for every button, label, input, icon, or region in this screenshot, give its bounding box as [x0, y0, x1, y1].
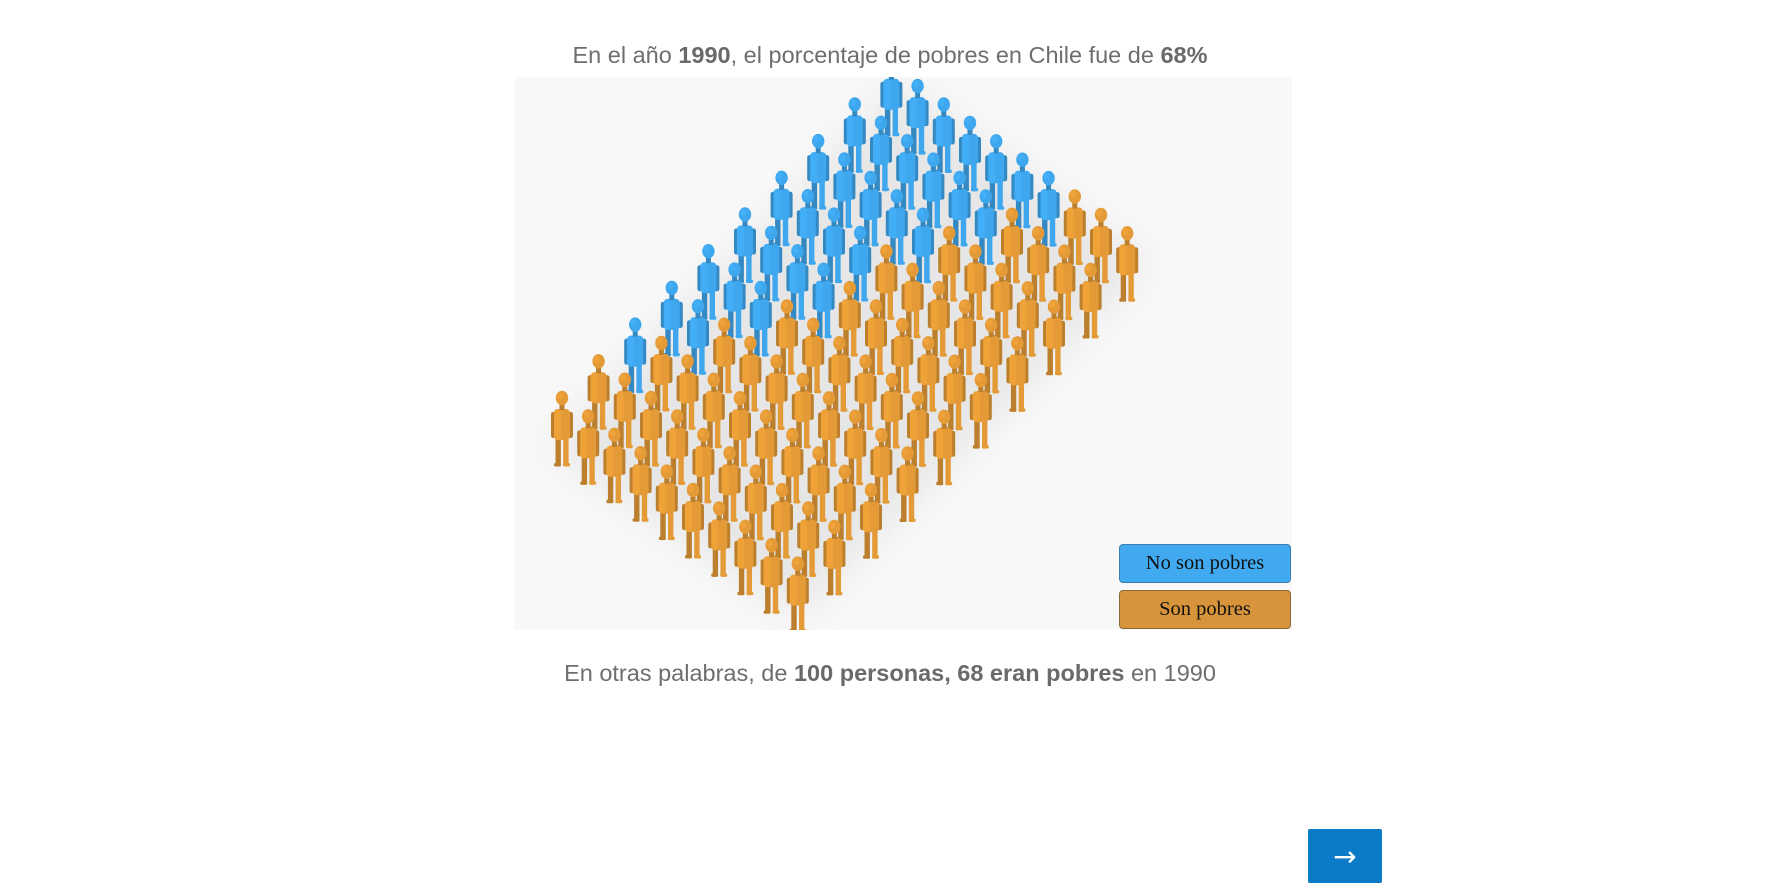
legend-poor: Son pobres: [1119, 590, 1291, 629]
headline-percent: 68%: [1160, 42, 1208, 68]
headline-middle: , el porcentaje de pobres en Chile fue d…: [730, 42, 1161, 68]
caption-suffix: en 1990: [1124, 660, 1216, 686]
caption-prefix: En otras palabras, de: [564, 660, 794, 686]
headline-year: 1990: [678, 42, 731, 68]
caption-emphasis: 100 personas, 68 eran pobres: [793, 660, 1125, 686]
next-button[interactable]: →: [1308, 829, 1382, 883]
caption: En otras palabras, de 100 personas, 68 e…: [0, 658, 1780, 688]
headline-prefix: En el año: [572, 42, 679, 68]
arrow-right-icon: →: [1333, 839, 1357, 873]
legend-not-poor: No son pobres: [1119, 544, 1291, 583]
headline: En el año 1990, el porcentaje de pobres …: [0, 40, 1780, 70]
